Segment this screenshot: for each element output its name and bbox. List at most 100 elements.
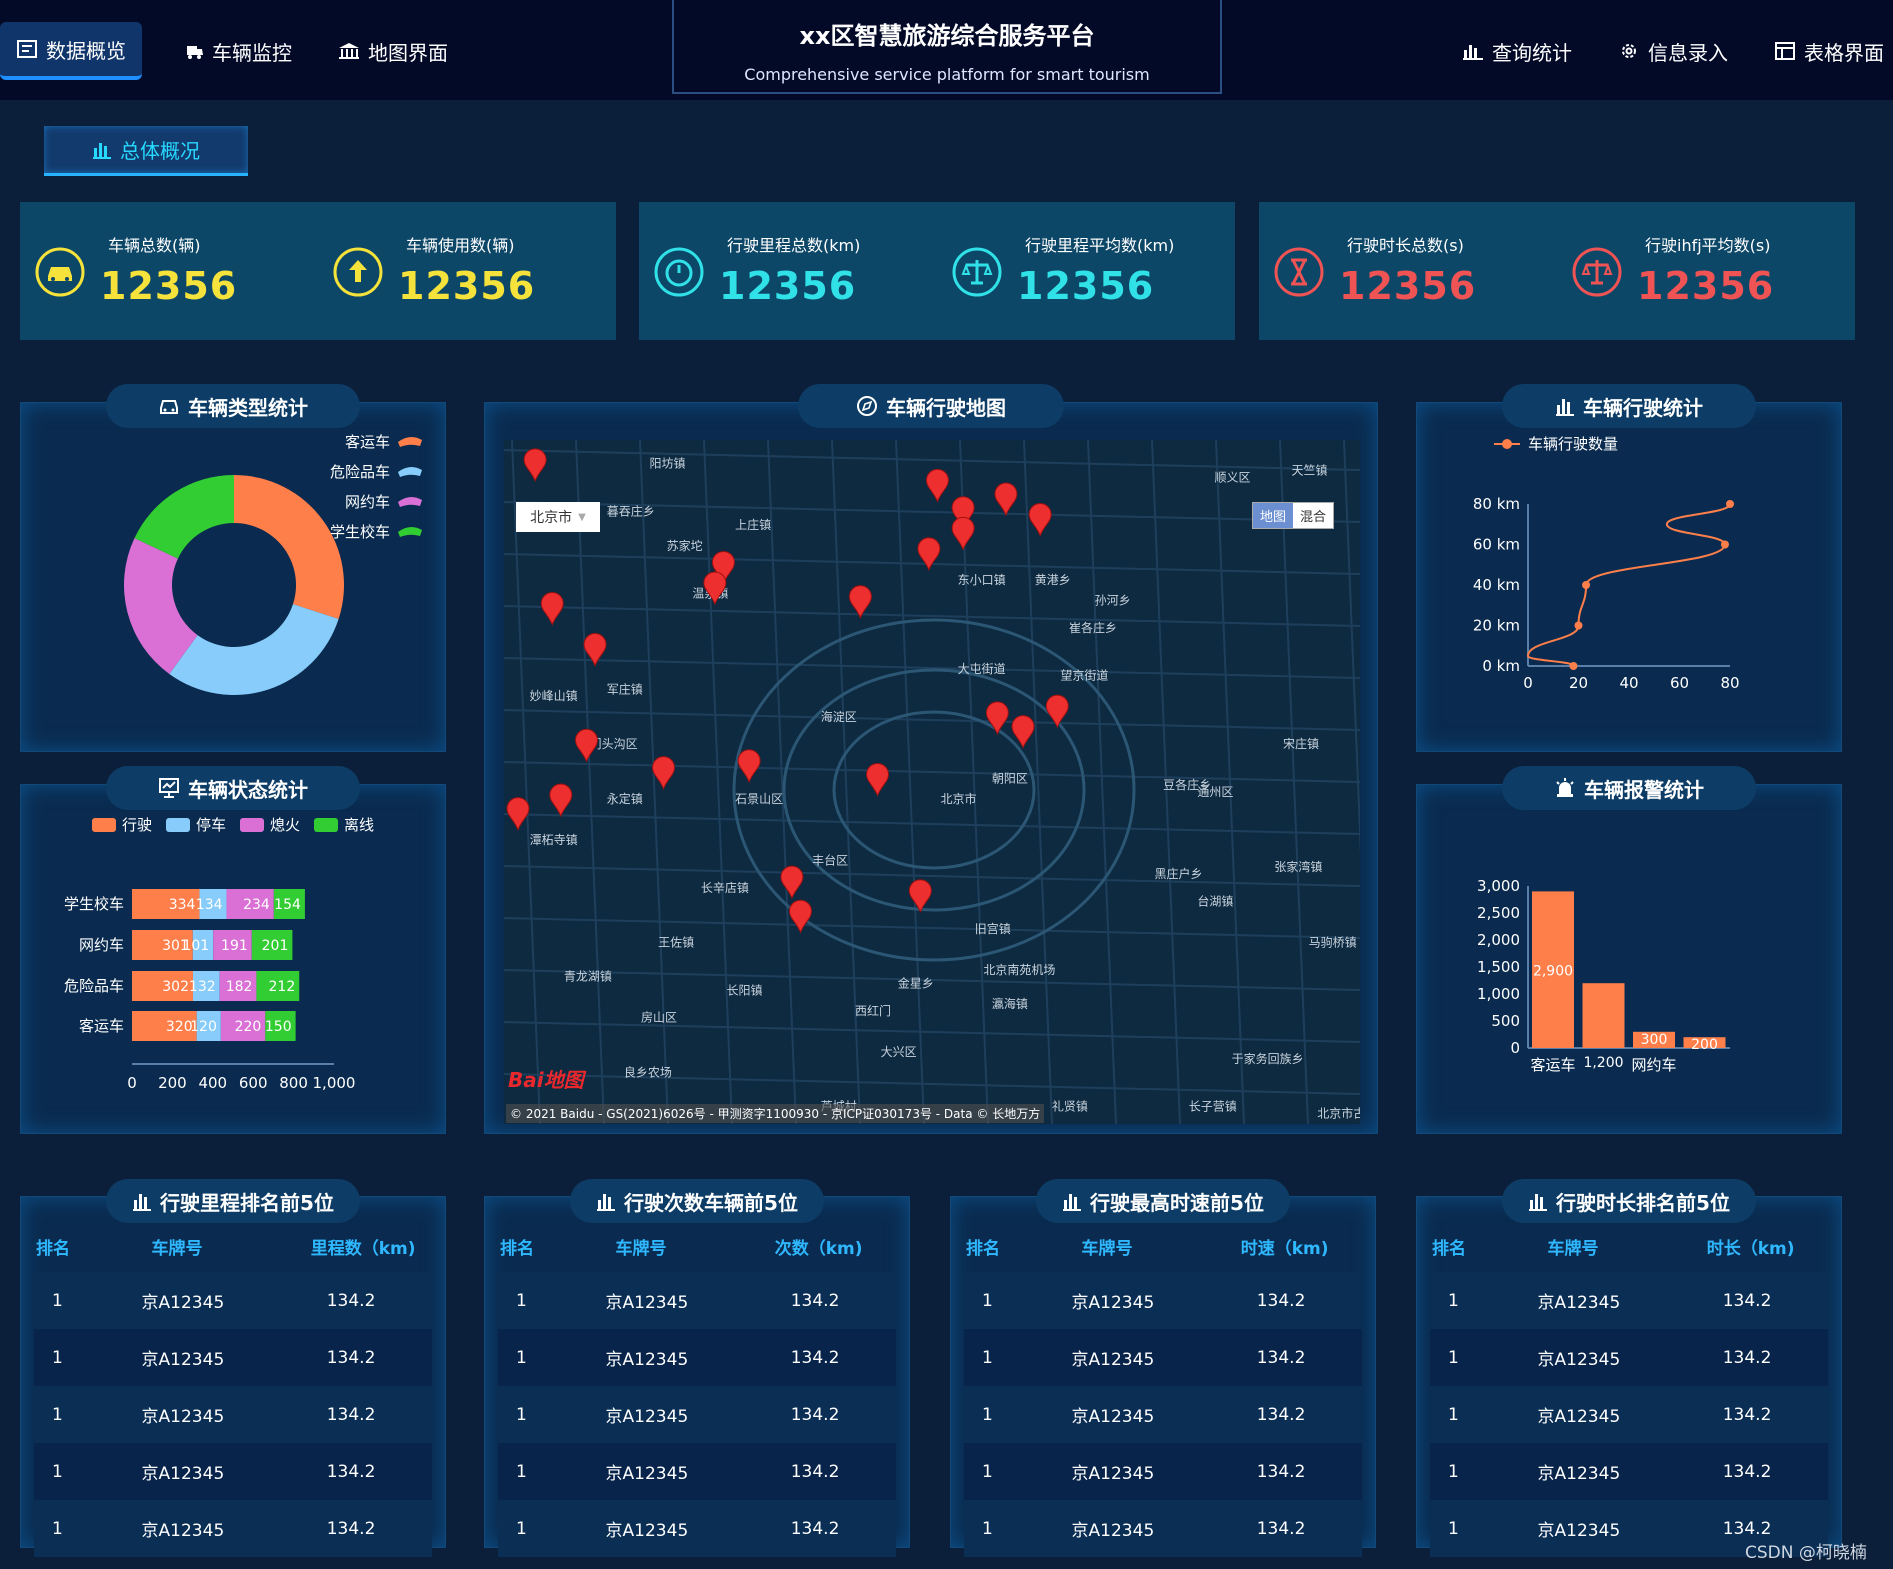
table-row[interactable]: 1 京A12345 134.2 — [1430, 1329, 1828, 1386]
table-row[interactable]: 1 京A12345 134.2 — [964, 1500, 1362, 1557]
ranking-table: 排名 车牌号 次数（km) 1 京A12345 134.2 1 京A12345 134.2 1 京A… — [498, 1220, 896, 1557]
stat-vehicle-used: 车辆使用数(辆) 12356 — [318, 202, 616, 340]
stat-duration-average: 行驶ihfj平均数(s) 12356 — [1557, 202, 1855, 340]
x-tick-label: 0 — [1523, 674, 1533, 692]
nav-map-view[interactable]: 地图界面 — [338, 22, 448, 80]
category-label: 危险品车 — [64, 977, 124, 995]
place-label: 马驹桥镇 — [1309, 934, 1357, 949]
y-tick-label: 40 km — [1473, 576, 1520, 594]
stat-value: 12356 — [1339, 264, 1477, 308]
nav-label: 车辆监控 — [212, 40, 292, 65]
nav-info-entry[interactable]: 信息录入 — [1618, 22, 1728, 80]
road — [504, 917, 1360, 939]
place-label: 北京市古农 — [1317, 1105, 1360, 1120]
table-row[interactable]: 1 京A12345 134.2 — [34, 1272, 432, 1329]
place-label: 妙峰山镇 — [530, 689, 578, 703]
table-row[interactable]: 1 京A12345 134.2 — [498, 1500, 896, 1557]
car-icon — [35, 247, 85, 297]
table-cell: 134.2 — [1676, 1272, 1828, 1329]
place-label: 长辛店镇 — [701, 881, 749, 895]
place-label: 孙河乡 — [1095, 593, 1131, 607]
table-row[interactable]: 1 京A12345 134.2 — [964, 1272, 1362, 1329]
legend-swatch — [166, 818, 190, 832]
place-label: 瀛海镇 — [992, 996, 1028, 1011]
bar-chart-icon — [1463, 45, 1483, 60]
stat-value: 12356 — [1017, 264, 1155, 308]
stat-vehicle-total: 车辆总数(辆) 12356 — [20, 202, 318, 340]
nav-query-stats[interactable]: 查询统计 — [1462, 22, 1572, 80]
table-row[interactable]: 1 京A12345 134.2 — [964, 1329, 1362, 1386]
place-label: 良乡农场 — [624, 1064, 672, 1079]
nav-data-overview[interactable]: 数据概览 — [0, 22, 142, 80]
x-tick-label: 客运车 — [1530, 1056, 1575, 1074]
city-select[interactable]: 北京市 ▼ — [516, 502, 600, 532]
table-row[interactable]: 1 京A12345 134.2 — [498, 1329, 896, 1386]
column-header: 车牌号 — [615, 1238, 667, 1259]
pie-slice — [234, 475, 344, 619]
ranking-table: 排名 车牌号 里程数（km) 1 京A12345 134.2 1 京A12345 134.2 1 京… — [34, 1220, 432, 1557]
table-cell: 京A12345 — [1517, 1272, 1677, 1329]
y-tick-label: 3,000 — [1477, 877, 1520, 895]
place-label: 海淀区 — [821, 709, 857, 724]
table-cell: 京A12345 — [1051, 1386, 1211, 1443]
column-header: 时速（km) — [1240, 1238, 1329, 1259]
table-row[interactable]: 1 京A12345 134.2 — [34, 1386, 432, 1443]
map-marker-icon — [549, 783, 573, 818]
place-label: 大兴区 — [881, 1045, 917, 1059]
table-cell: 1 — [1430, 1329, 1518, 1386]
table-row[interactable]: 1 京A12345 134.2 — [498, 1443, 896, 1500]
legend-swatch — [398, 436, 422, 447]
place-label: 礼贤镇 — [1052, 1099, 1088, 1114]
watermark: CSDN @柯晓楠 — [1745, 1543, 1867, 1563]
road — [1023, 440, 1053, 1124]
overview-button[interactable]: 总体概况 — [44, 126, 248, 176]
nav-table-view[interactable]: 表格界面 — [1774, 22, 1884, 80]
y-tick-label: 80 km — [1473, 495, 1520, 513]
table-row[interactable]: 1 京A12345 134.2 — [964, 1443, 1362, 1500]
table-row[interactable]: 1 京A12345 134.2 — [964, 1386, 1362, 1443]
data-label: 320 — [166, 1019, 193, 1035]
vehicle-status-bar-chart: 行驶 停车 熄火 离线学生校车 334 134 234 154网约车 301101 191 201危… — [64, 816, 374, 1092]
table-cell: 1 — [34, 1500, 122, 1557]
stat-label: 车辆总数(辆) — [108, 236, 201, 255]
table-row[interactable]: 1 京A12345 134.2 — [34, 1500, 432, 1557]
table-cell: 134.2 — [744, 1329, 896, 1386]
map-canvas[interactable]: 阳坊镇暮吞庄乡苏家坨上庄镇温泉镇东小口镇黄港乡顺义区天竺镇孙河乡崔各庄乡大屯街道… — [504, 440, 1360, 1124]
x-tick-label: 80 — [1720, 674, 1739, 692]
table-row[interactable]: 1 京A12345 134.2 — [34, 1329, 432, 1386]
table-cell: 1 — [1430, 1500, 1518, 1557]
ring-road — [832, 710, 1036, 870]
place-label: 北京市 — [941, 791, 977, 806]
legend-label: 危险品车 — [330, 463, 390, 481]
column-header: 排名 — [500, 1238, 534, 1259]
table-row[interactable]: 1 京A12345 134.2 — [498, 1272, 896, 1329]
table-row[interactable]: 1 京A12345 134.2 — [1430, 1443, 1828, 1500]
table-cell: 134.2 — [744, 1500, 896, 1557]
vehicle-alarm-bar-chart: 0 500 1,000 1,500 2,000 2,500 3,000 2,900 客运车 1,2… — [1477, 877, 1730, 1074]
stat-label: 车辆使用数(辆) — [406, 236, 515, 255]
overview-label: 总体概况 — [120, 139, 200, 163]
table-row[interactable]: 1 京A12345 134.2 — [1430, 1272, 1828, 1329]
table-row[interactable]: 1 京A12345 134.2 — [498, 1386, 896, 1443]
baidu-logo[interactable]: Bai地图 — [508, 1064, 584, 1093]
map-type-mixed-button[interactable]: 混合 — [1293, 503, 1334, 528]
place-label: 天竺镇 — [1292, 463, 1328, 478]
scale-icon — [1572, 247, 1622, 297]
category-label: 客运车 — [79, 1017, 124, 1035]
table-row[interactable]: 1 京A12345 134.2 — [34, 1443, 432, 1500]
data-point — [1574, 621, 1583, 630]
top-header: 数据概览 车辆监控 地图界面 xx区智慧旅游综合服务平台 Comprehensi… — [0, 0, 1893, 100]
legend-label: 熄火 — [270, 816, 300, 834]
vehicle-drive-line-chart: 车辆行驶数量 0 km 20 km 40 km 60 km 80 km 0 20 40 60 80 — [1473, 435, 1740, 692]
vehicle-map[interactable]: 阳坊镇暮吞庄乡苏家坨上庄镇温泉镇东小口镇黄港乡顺义区天竺镇孙河乡崔各庄乡大屯街道… — [504, 440, 1360, 1124]
table-cell: 134.2 — [280, 1443, 432, 1500]
table-row[interactable]: 1 京A12345 134.2 — [1430, 1386, 1828, 1443]
nav-vehicle-monitor[interactable]: 车辆监控 — [182, 22, 292, 80]
map-type-map-button[interactable]: 地图 — [1253, 503, 1294, 528]
bar-chart-icon — [133, 1194, 152, 1211]
table-header: 排名 车牌号 里程数（km) — [34, 1220, 432, 1272]
x-tick-label: 40 — [1619, 674, 1638, 692]
panel-title: 行驶时长排名前5位 — [1556, 1190, 1730, 1215]
y-tick-label: 60 km — [1473, 536, 1520, 554]
data-label: 101 — [182, 938, 209, 954]
